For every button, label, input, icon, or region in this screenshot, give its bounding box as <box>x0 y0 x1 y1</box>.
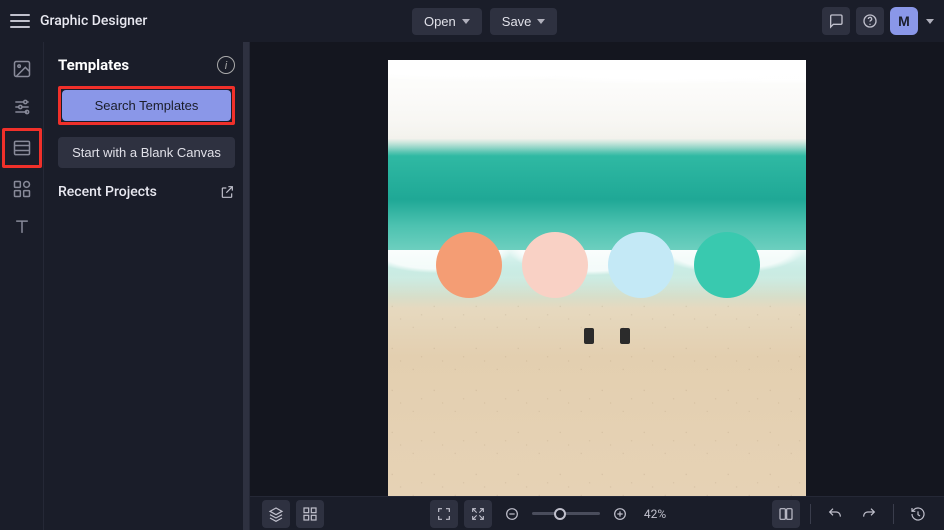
external-link-icon[interactable] <box>219 184 235 200</box>
rail-templates-button[interactable] <box>2 128 42 168</box>
comment-icon <box>828 13 844 29</box>
history-button[interactable] <box>904 500 932 528</box>
layers-button[interactable] <box>262 500 290 528</box>
layers-icon <box>268 506 284 522</box>
rail-text-button[interactable] <box>5 210 39 244</box>
undo-icon <box>827 506 843 522</box>
divider <box>810 504 811 524</box>
topbar: Graphic Designer Open Save M <box>0 0 944 42</box>
color-swatch-3[interactable] <box>608 232 674 298</box>
blank-canvas-button[interactable]: Start with a Blank Canvas <box>58 137 235 168</box>
color-swatch-2[interactable] <box>522 232 588 298</box>
fit-screen-button[interactable] <box>430 500 458 528</box>
chevron-down-icon[interactable] <box>926 19 934 24</box>
hamburger-menu-icon[interactable] <box>10 14 30 28</box>
image-icon <box>12 59 32 79</box>
rail-elements-button[interactable] <box>5 172 39 206</box>
rail-image-button[interactable] <box>5 52 39 86</box>
zoom-in-button[interactable] <box>606 500 634 528</box>
bottombar: 42% <box>250 496 944 530</box>
canvas-sand-layer <box>388 298 806 496</box>
canvas-figure-2 <box>620 328 630 344</box>
open-button[interactable]: Open <box>412 8 482 35</box>
history-icon <box>910 506 926 522</box>
app-title: Graphic Designer <box>40 13 147 29</box>
zoom-label: 42% <box>644 507 666 521</box>
chevron-down-icon <box>537 19 545 24</box>
canvas-foam-layer <box>388 60 806 152</box>
text-icon <box>12 217 32 237</box>
recent-projects-label: Recent Projects <box>58 184 157 200</box>
grid-button[interactable] <box>296 500 324 528</box>
divider <box>893 504 894 524</box>
avatar-button[interactable]: M <box>890 7 918 35</box>
comment-button[interactable] <box>822 7 850 35</box>
redo-icon <box>861 506 877 522</box>
color-swatch-4[interactable] <box>694 232 760 298</box>
zoom-slider[interactable] <box>532 512 600 515</box>
save-button-label: Save <box>502 14 532 29</box>
sliders-icon <box>12 97 32 117</box>
search-templates-button[interactable]: Search Templates <box>62 90 231 121</box>
zoom-controls: 42% <box>498 500 666 528</box>
canvas[interactable] <box>388 60 806 496</box>
search-templates-highlight: Search Templates <box>58 86 235 125</box>
zoom-out-icon <box>504 506 520 522</box>
chevron-down-icon <box>462 19 470 24</box>
zoom-slider-thumb[interactable] <box>554 508 566 520</box>
compare-button[interactable] <box>772 500 800 528</box>
panel-title: Templates <box>58 56 129 74</box>
elements-icon <box>12 179 32 199</box>
save-button[interactable]: Save <box>490 8 558 35</box>
expand-button[interactable] <box>464 500 492 528</box>
templates-icon <box>12 138 32 158</box>
zoom-in-icon <box>612 506 628 522</box>
help-button[interactable] <box>856 7 884 35</box>
zoom-out-button[interactable] <box>498 500 526 528</box>
undo-button[interactable] <box>821 500 849 528</box>
color-swatch-1[interactable] <box>436 232 502 298</box>
help-icon <box>862 13 878 29</box>
fit-screen-icon <box>436 506 452 522</box>
redo-button[interactable] <box>855 500 883 528</box>
canvas-figure-1 <box>584 328 594 344</box>
grid-icon <box>302 506 318 522</box>
rail-adjust-button[interactable] <box>5 90 39 124</box>
open-button-label: Open <box>424 14 456 29</box>
expand-icon <box>470 506 486 522</box>
compare-icon <box>778 506 794 522</box>
templates-panel: Templates i Search Templates Start with … <box>44 42 250 530</box>
tool-rail <box>0 42 44 530</box>
canvas-wrap: 42% <box>250 42 944 530</box>
avatar-initial: M <box>898 13 910 29</box>
info-icon[interactable]: i <box>217 56 235 74</box>
